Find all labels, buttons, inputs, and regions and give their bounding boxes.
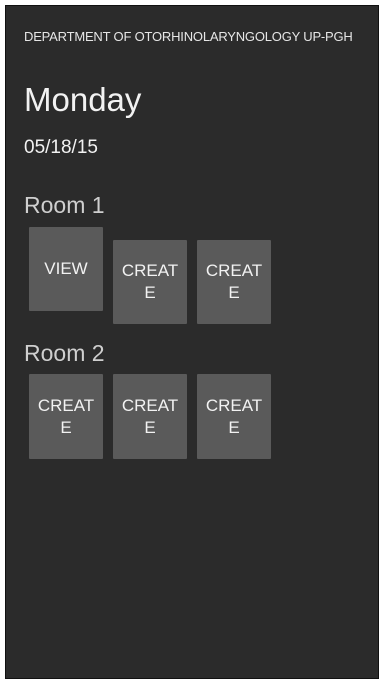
day-title: Monday (24, 81, 142, 118)
room-2-create-button-1-label: CREATE (37, 395, 95, 437)
room-1-view-button-label: VIEW (44, 259, 88, 278)
room-1-create-button-2[interactable]: CREATE (197, 240, 271, 324)
room-1-create-button-1[interactable]: CREATE (113, 240, 187, 324)
room-2-create-button-2-label: CREATE (121, 395, 179, 437)
department-label: DEPARTMENT OF OTORHINOLARYNGOLOGY UP-PGH (24, 29, 353, 44)
date-label: 05/18/15 (24, 137, 98, 158)
room-2-create-button-1[interactable]: CREATE (29, 374, 103, 459)
room-1-create-button-1-label: CREATE (121, 261, 179, 302)
room-1-create-button-2-label: CREATE (205, 261, 263, 302)
app-screen: DEPARTMENT OF OTORHINOLARYNGOLOGY UP-PGH… (5, 5, 379, 679)
room-2-create-button-2[interactable]: CREATE (113, 374, 187, 459)
room-1-title: Room 1 (24, 192, 105, 218)
room-2-title: Room 2 (24, 340, 105, 366)
room-2-create-button-3[interactable]: CREATE (197, 374, 271, 459)
room-1-view-button[interactable]: VIEW (29, 227, 103, 311)
room-2-create-button-3-label: CREATE (205, 395, 263, 437)
